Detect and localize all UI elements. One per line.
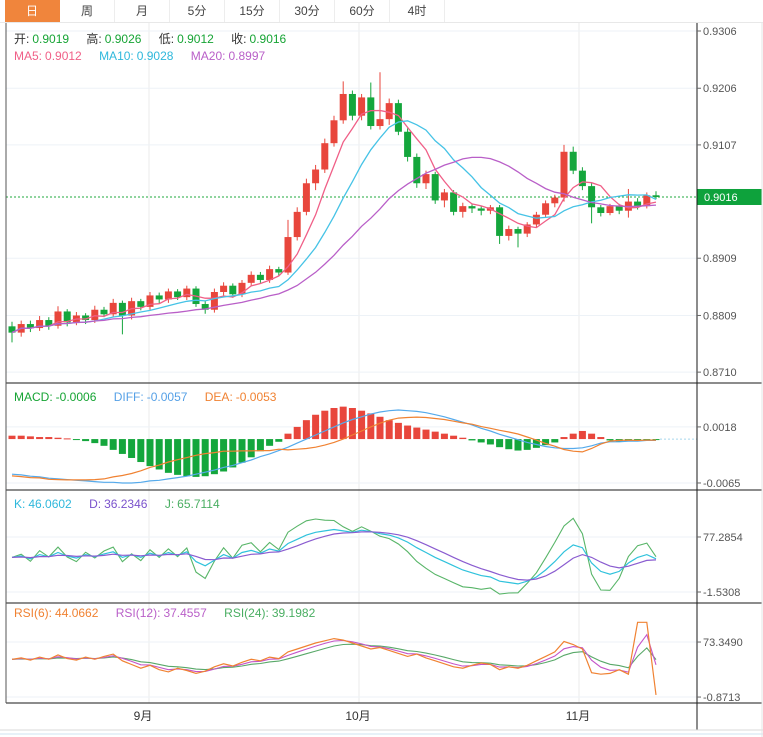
k-value: 46.0602 [28, 497, 71, 511]
x-axis-labels: 9月 10月 11月 [134, 709, 591, 723]
open-value: 0.9019 [32, 32, 69, 46]
kdj-pane [12, 518, 656, 594]
rsi24-label: RSI(24): [224, 606, 269, 620]
axis-label: 0.9107 [703, 140, 737, 152]
high-label: 高: [86, 32, 101, 46]
axis-label: 0.9206 [703, 83, 737, 95]
low-value: 0.9012 [177, 32, 214, 46]
axis-label: 0.9306 [703, 26, 737, 38]
ma20-value: 0.8997 [228, 49, 265, 63]
x-axis-label: 10月 [345, 709, 370, 723]
rsi12-line [12, 635, 656, 672]
kdj-header: K:46.0602 D:36.2346 J:65.7114 [14, 497, 223, 511]
j-label: J: [165, 497, 174, 511]
axis-label: -0.0065 [703, 478, 740, 490]
high-value: 0.9026 [105, 32, 142, 46]
trading-chart-app: 日周月5分15分30分60分4时 0.9306 0.9206 0.9107 0.890… [0, 0, 763, 737]
x-axis-label: 11月 [566, 709, 590, 723]
k-label: K: [14, 497, 25, 511]
tab-6[interactable]: 60分 [335, 0, 390, 22]
ma5-label: MA5: [14, 49, 42, 63]
d-value: 36.2346 [104, 497, 147, 511]
ma10-label: MA10: [99, 49, 134, 63]
axis-label: 0.8710 [703, 367, 737, 379]
gridlines [6, 23, 697, 703]
tab-0[interactable]: 日 [5, 0, 60, 22]
macd-label: MACD: [14, 390, 53, 404]
tab-4[interactable]: 15分 [225, 0, 280, 22]
rsi6-label: RSI(6): [14, 606, 52, 620]
tab-3[interactable]: 5分 [170, 0, 225, 22]
open-label: 开: [14, 32, 29, 46]
ma10-line [12, 121, 656, 333]
low-label: 低: [159, 32, 174, 46]
candlesticks [9, 72, 660, 342]
axis-label: 0.0018 [703, 422, 737, 434]
axis-label: 73.3490 [703, 637, 743, 649]
chart-canvas[interactable]: 0.9306 0.9206 0.9107 0.8909 0.8809 0.8710 0.00… [0, 0, 763, 737]
ma10-value: 0.9028 [137, 49, 174, 63]
axis-label: 0.8909 [703, 253, 737, 265]
axis-label: -0.8713 [703, 692, 740, 704]
ma20-label: MA20: [191, 49, 226, 63]
tab-1[interactable]: 周 [60, 0, 115, 22]
y-axis-labels: 0.9306 0.9206 0.9107 0.8909 0.8809 0.8710 0.00… [697, 26, 743, 704]
k-line [12, 530, 656, 584]
price-tag: 0.9016 [698, 189, 762, 205]
ma-header: MA5:0.9012 MA10:0.9028 MA20:0.8997 [14, 49, 268, 63]
rsi6-line [12, 622, 656, 695]
dea-value: -0.0053 [236, 390, 277, 404]
rsi6-value: 44.0662 [55, 606, 98, 620]
close-value: 0.9016 [250, 32, 287, 46]
tab-5[interactable]: 30分 [280, 0, 335, 22]
macd-value: -0.0006 [56, 390, 97, 404]
main-ohlc-header: 开:0.9019 高: 0.9026 低:0.9012 收: 0.9016 [14, 30, 289, 47]
timeframe-tabbar: 日周月5分15分30分60分4时 [0, 0, 763, 23]
rsi24-value: 39.1982 [272, 606, 315, 620]
rsi-header: RSI(6):44.0662 RSI(12):37.4557 RSI(24):3… [14, 606, 318, 620]
ma20-line [12, 157, 656, 332]
j-value: 65.7114 [177, 497, 220, 511]
price-tag-value: 0.9016 [704, 192, 738, 204]
axis-label: -1.5308 [703, 587, 740, 599]
tab-7[interactable]: 4时 [390, 0, 445, 22]
rsi-pane [12, 622, 656, 695]
diff-label: DIFF: [114, 390, 144, 404]
rsi12-value: 37.4557 [163, 606, 206, 620]
axis-label: 77.2854 [703, 532, 743, 544]
diff-value: -0.0057 [147, 390, 188, 404]
macd-header: MACD:-0.0006 DIFF:-0.0057 DEA:-0.0053 [14, 390, 279, 404]
rsi12-label: RSI(12): [116, 606, 161, 620]
x-axis-label: 9月 [134, 709, 153, 723]
tab-2[interactable]: 月 [115, 0, 170, 22]
macd-pane [9, 407, 698, 483]
d-label: D: [89, 497, 101, 511]
ma5-value: 0.9012 [45, 49, 82, 63]
dea-label: DEA: [205, 390, 233, 404]
axis-label: 0.8809 [703, 310, 737, 322]
close-label: 收: [231, 32, 246, 46]
